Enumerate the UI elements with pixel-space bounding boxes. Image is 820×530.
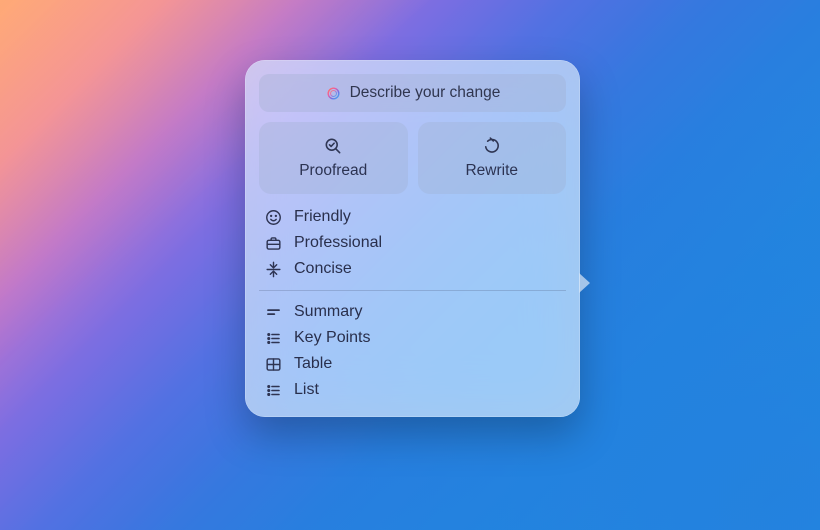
describe-change-placeholder: Describe your change <box>350 84 501 102</box>
proofread-label: Proofread <box>299 162 367 180</box>
format-summary[interactable]: Summary <box>259 299 566 325</box>
tone-friendly-label: Friendly <box>294 208 351 226</box>
tone-concise[interactable]: Concise <box>259 256 566 282</box>
action-buttons-row: Proofread Rewrite <box>259 122 566 194</box>
format-list-label: List <box>294 381 319 399</box>
rewrite-button[interactable]: Rewrite <box>418 122 567 194</box>
briefcase-icon <box>263 233 283 253</box>
format-list[interactable]: List <box>259 377 566 403</box>
table-icon <box>263 354 283 374</box>
tone-section: Friendly Professional <box>259 204 566 282</box>
describe-change-input[interactable]: Describe your change <box>259 74 566 112</box>
rewrite-label: Rewrite <box>465 162 518 180</box>
apple-intelligence-icon <box>325 85 342 102</box>
format-table-label: Table <box>294 355 332 373</box>
rewrite-cycle-icon <box>482 136 502 156</box>
tone-friendly[interactable]: Friendly <box>259 204 566 230</box>
tone-professional[interactable]: Professional <box>259 230 566 256</box>
tone-concise-label: Concise <box>294 260 352 278</box>
format-summary-label: Summary <box>294 303 362 321</box>
proofread-button[interactable]: Proofread <box>259 122 408 194</box>
tone-professional-label: Professional <box>294 234 382 252</box>
bullet-list-icon <box>263 328 283 348</box>
summary-icon <box>263 302 283 322</box>
format-table[interactable]: Table <box>259 351 566 377</box>
smile-icon <box>263 207 283 227</box>
section-divider <box>259 290 566 291</box>
compress-icon <box>263 259 283 279</box>
format-keypoints[interactable]: Key Points <box>259 325 566 351</box>
writing-tools-panel: Describe your change Proofread Rewrite <box>245 60 580 417</box>
format-keypoints-label: Key Points <box>294 329 370 347</box>
format-section: Summary Key Points <box>259 299 566 403</box>
list-icon <box>263 380 283 400</box>
magnifier-check-icon <box>323 136 343 156</box>
